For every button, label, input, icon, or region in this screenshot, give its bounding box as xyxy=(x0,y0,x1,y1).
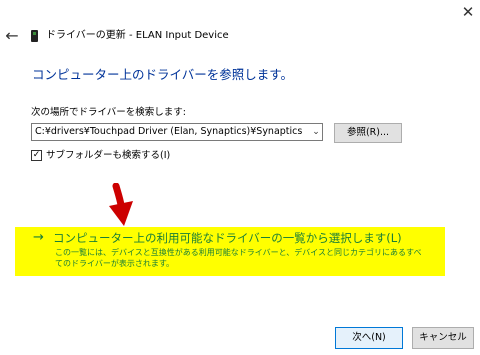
back-arrow-icon[interactable]: ← xyxy=(2,26,22,46)
annotation-arrow-icon xyxy=(109,183,133,226)
page-heading: コンピューター上のドライバーを参照します。 xyxy=(32,67,294,82)
close-icon[interactable]: ✕ xyxy=(458,2,478,22)
browse-button[interactable]: 参照(R)... xyxy=(334,123,402,143)
include-subfolders-checkbox[interactable]: ✓ xyxy=(31,150,42,161)
cancel-button[interactable]: キャンセル xyxy=(412,327,474,349)
device-driver-icon xyxy=(31,30,38,42)
include-subfolders-label[interactable]: サブフォルダーも検索する(I) xyxy=(46,149,170,162)
pick-from-list-link[interactable]: コンピューター上の利用可能なドライバーの一覧から選択します(L) xyxy=(53,230,402,246)
arrow-right-icon: → xyxy=(33,230,44,245)
chevron-down-icon[interactable]: ⌄ xyxy=(311,125,321,139)
window-titlebar: ← ドライバーの更新 - ELAN Input Device ✕ xyxy=(0,0,480,68)
search-location-label: 次の場所でドライバーを検索します: xyxy=(31,107,187,118)
pick-from-list-description: この一覧には、デバイスと互換性がある利用可能なドライバーと、デバイスと同じカテゴ… xyxy=(55,248,422,268)
next-button[interactable]: 次へ(N) xyxy=(335,327,403,349)
dialog-footer xyxy=(0,320,480,355)
window-title: ドライバーの更新 - ELAN Input Device xyxy=(46,30,229,41)
driver-path-input[interactable]: C:¥drivers¥Touchpad Driver (Elan, Synapt… xyxy=(31,123,323,141)
